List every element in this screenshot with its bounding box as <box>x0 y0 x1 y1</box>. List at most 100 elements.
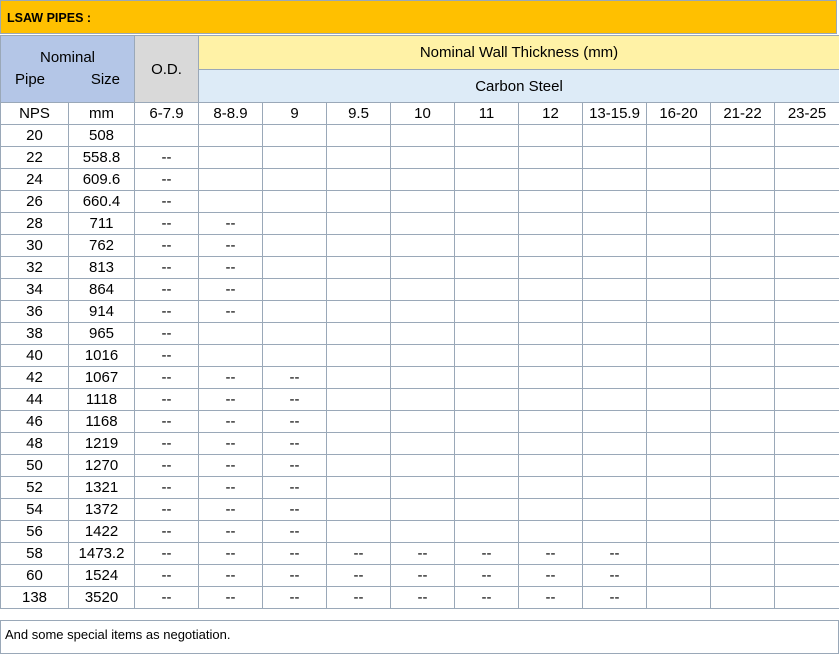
table-row: 22 558.8 -- <box>0 146 839 169</box>
mm-cell: 1219 <box>68 432 135 455</box>
nominal-pipe-size-header: Nominal Pipe Size <box>0 35 135 103</box>
thickness-cell <box>454 344 519 367</box>
thickness-cell <box>390 410 455 433</box>
nps-cell: 138 <box>0 586 69 609</box>
thickness-cell <box>518 190 583 213</box>
thickness-cell: -- <box>198 542 263 565</box>
mm-cell: 1270 <box>68 454 135 477</box>
thickness-cell <box>582 520 647 543</box>
thickness-cell: -- <box>134 542 199 565</box>
nps-cell: 26 <box>0 190 69 213</box>
thickness-cell <box>198 146 263 169</box>
thickness-cell <box>262 278 327 301</box>
thickness-column-header: 6-7.9 <box>134 102 199 125</box>
thickness-cell <box>774 344 839 367</box>
thickness-cell <box>518 168 583 191</box>
thickness-cell <box>646 410 711 433</box>
thickness-cell <box>646 190 711 213</box>
nps-cell: 30 <box>0 234 69 257</box>
nps-cell: 22 <box>0 146 69 169</box>
thickness-cell: -- <box>134 520 199 543</box>
mm-cell: 965 <box>68 322 135 345</box>
thickness-cell <box>326 124 391 147</box>
thickness-cell: -- <box>262 498 327 521</box>
thickness-cell <box>390 432 455 455</box>
thickness-cell: -- <box>134 212 199 235</box>
thickness-cell: -- <box>262 586 327 609</box>
thickness-cell: -- <box>262 366 327 389</box>
table-row: 138 3520 -- -- -- -- -- -- -- -- <box>0 586 839 609</box>
thickness-cell <box>454 410 519 433</box>
table-row: 46 1168 -- -- -- <box>0 410 839 433</box>
thickness-cell <box>710 256 775 279</box>
table-row: 36 914 -- -- <box>0 300 839 323</box>
thickness-cell <box>454 520 519 543</box>
thickness-cell <box>646 322 711 345</box>
thickness-cell <box>582 454 647 477</box>
thickness-cell: -- <box>262 410 327 433</box>
thickness-cell: -- <box>198 476 263 499</box>
thickness-cell <box>774 366 839 389</box>
thickness-cell <box>390 476 455 499</box>
thickness-cell <box>454 454 519 477</box>
thickness-cell <box>710 344 775 367</box>
thickness-column-header: 23-25 <box>774 102 839 125</box>
thickness-cell: -- <box>262 388 327 411</box>
thickness-cell <box>710 124 775 147</box>
thickness-cell <box>774 124 839 147</box>
nominal-label: Nominal <box>39 49 96 66</box>
nps-cell: 58 <box>0 542 69 565</box>
nps-cell: 40 <box>0 344 69 367</box>
size-label: Size <box>90 71 120 88</box>
thickness-cell: -- <box>198 278 263 301</box>
thickness-cell <box>582 388 647 411</box>
thickness-cell <box>582 476 647 499</box>
thickness-cell <box>326 498 391 521</box>
table-row: 38 965 -- <box>0 322 839 345</box>
thickness-cell: -- <box>198 366 263 389</box>
mm-cell: 813 <box>68 256 135 279</box>
thickness-cell <box>518 344 583 367</box>
thickness-cell <box>710 146 775 169</box>
thickness-cell <box>454 278 519 301</box>
mm-cell: 3520 <box>68 586 135 609</box>
thickness-cell <box>326 300 391 323</box>
thickness-cell <box>646 388 711 411</box>
thickness-cell <box>518 322 583 345</box>
thickness-cell <box>518 278 583 301</box>
thickness-cell <box>326 388 391 411</box>
thickness-cell <box>454 300 519 323</box>
table-row: 52 1321 -- -- -- <box>0 476 839 499</box>
thickness-cell <box>326 168 391 191</box>
thickness-cell <box>710 542 775 565</box>
mm-cell: 1118 <box>68 388 135 411</box>
thickness-cell <box>454 256 519 279</box>
mm-cell: 864 <box>68 278 135 301</box>
thickness-cell: -- <box>262 432 327 455</box>
mm-cell: 1321 <box>68 476 135 499</box>
thickness-cell <box>262 322 327 345</box>
thickness-cell <box>326 410 391 433</box>
thickness-cell <box>646 124 711 147</box>
thickness-cell: -- <box>326 586 391 609</box>
thickness-cell: -- <box>198 300 263 323</box>
thickness-cell <box>326 454 391 477</box>
thickness-cell <box>646 476 711 499</box>
thickness-cell: -- <box>262 476 327 499</box>
thickness-cell <box>646 168 711 191</box>
thickness-cell: -- <box>198 564 263 587</box>
od-header: O.D. <box>134 35 199 103</box>
thickness-cell <box>390 322 455 345</box>
thickness-cell <box>518 300 583 323</box>
thickness-cell <box>518 366 583 389</box>
thickness-cell <box>390 190 455 213</box>
thickness-cell <box>518 520 583 543</box>
thickness-cell: -- <box>262 564 327 587</box>
thickness-cell: -- <box>262 520 327 543</box>
thickness-cell <box>390 366 455 389</box>
thickness-cell <box>710 168 775 191</box>
thickness-cell: -- <box>198 388 263 411</box>
thickness-cell <box>710 564 775 587</box>
thickness-cell <box>454 124 519 147</box>
thickness-cell <box>646 234 711 257</box>
